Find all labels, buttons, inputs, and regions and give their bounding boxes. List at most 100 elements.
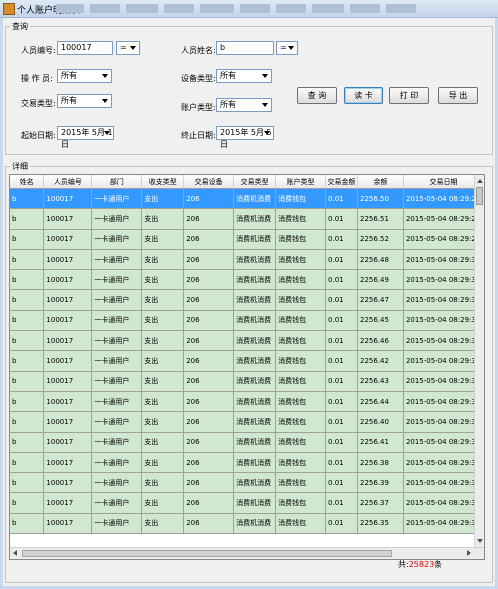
record-count-value: 25823 — [408, 560, 435, 569]
table-cell: 消费钱包 — [275, 310, 327, 332]
table-cell: 100017 — [43, 310, 93, 332]
account-type-select[interactable]: 所有 — [216, 98, 272, 112]
read-card-button[interactable]: 读 卡 — [344, 87, 383, 104]
table-cell: 206 — [183, 269, 235, 291]
table-cell: 支出 — [141, 249, 185, 271]
table-row[interactable]: b 100017 一卡通用户 支出 206 消费机消费 消费钱包 0.01 2256.52 201… — [10, 229, 484, 250]
table-row[interactable]: b 100017 一卡通用户 支出 206 消费机消费 消费钱包 0.01 2256.50 201… — [10, 188, 484, 210]
table-cell: 一卡通用户 — [91, 492, 143, 514]
table-cell: 一卡通用户 — [91, 269, 143, 291]
table-cell: 206 — [183, 513, 235, 535]
table-cell: 2015-05-04 08:29:31 — [403, 330, 484, 352]
table-cell: b — [10, 208, 45, 230]
table-cell: 消费钱包 — [275, 472, 327, 494]
table-row[interactable]: b 100017 一卡通用户 支出 206 消费机消费 消费钱包 0.01 2256.39 201… — [10, 472, 484, 494]
person-id-label: 人员编号: — [21, 46, 56, 55]
table-row[interactable]: b 100017 一卡通用户 支出 206 消费机消费 消费钱包 0.01 2256.37 201… — [10, 492, 484, 514]
table-cell: 2015-05-04 08:29:30 — [403, 269, 484, 291]
table-cell: 支出 — [141, 513, 185, 535]
table-cell: 0.01 — [325, 229, 358, 250]
person-name-operator-select[interactable]: = — [276, 41, 298, 55]
table-cell: 消费机消费 — [233, 269, 277, 291]
table-cell: 2015-05-04 08:29:32 — [403, 350, 484, 372]
table-cell: 100017 — [43, 289, 93, 311]
export-button[interactable]: 导 出 — [438, 87, 478, 104]
scroll-right-icon[interactable] — [467, 550, 471, 556]
horizontal-scrollbar[interactable] — [10, 547, 484, 559]
table-cell: 2015-05-04 08:29:29 — [403, 229, 484, 250]
table-cell: 206 — [183, 432, 235, 453]
table-row[interactable]: b 100017 一卡通用户 支出 206 消费机消费 消费钱包 0.01 2256.42 201… — [10, 350, 484, 372]
column-header[interactable]: 账户类型 — [275, 175, 327, 189]
person-id-operator-select[interactable]: = — [116, 41, 140, 55]
column-header[interactable]: 部门 — [91, 175, 143, 189]
table-cell: 2015-05-04 08:29:34 — [403, 492, 484, 514]
person-id-input[interactable]: 100017 — [57, 41, 113, 55]
column-header[interactable]: 人员编号 — [43, 175, 93, 189]
table-cell: 消费钱包 — [275, 492, 327, 514]
detail-grid[interactable]: 姓名 人员编号 部门 收支类型 交易设备 交易类型 账户类型 交易金额 余额 交易日期 b 1000… — [9, 174, 485, 560]
table-cell: 206 — [183, 371, 235, 392]
table-cell: 206 — [183, 208, 235, 230]
title-bar: 个人账户明细表 — [0, 0, 498, 18]
table-row[interactable]: b 100017 一卡通用户 支出 206 消费机消费 消费钱包 0.01 2256.41 201… — [10, 432, 484, 453]
table-row[interactable]: b 100017 一卡通用户 支出 206 消费机消费 消费钱包 0.01 2256.46 201… — [10, 330, 484, 352]
device-type-select[interactable]: 所有 — [216, 69, 272, 83]
operator-select[interactable]: 所有 — [57, 69, 112, 83]
chevron-down-icon — [130, 46, 136, 50]
column-header[interactable]: 交易日期 — [403, 175, 484, 189]
scroll-left-icon[interactable] — [13, 550, 17, 556]
scroll-down-icon[interactable] — [477, 539, 483, 543]
table-row[interactable]: b 100017 一卡通用户 支出 206 消费机消费 消费钱包 0.01 2256.35 201… — [10, 513, 484, 535]
table-cell: 206 — [183, 310, 235, 332]
table-cell: 0.01 — [325, 371, 358, 392]
table-cell: 206 — [183, 289, 235, 311]
table-cell: b — [10, 452, 45, 474]
table-row[interactable]: b 100017 一卡通用户 支出 206 消费机消费 消费钱包 0.01 2256.48 201… — [10, 249, 484, 271]
account-type-value: 所有 — [220, 100, 236, 109]
table-cell: 100017 — [43, 391, 93, 413]
table-row[interactable]: b 100017 一卡通用户 支出 206 消费机消费 消费钱包 0.01 2256.38 201… — [10, 452, 484, 474]
vertical-scroll-thumb[interactable] — [476, 187, 483, 205]
client-area: 查询 人员编号: 100017 = 人员姓名: b = 操 作 员: 所有 设备… — [3, 18, 495, 586]
column-header[interactable]: 余额 — [357, 175, 404, 189]
table-cell: 100017 — [43, 371, 93, 392]
scroll-up-icon[interactable] — [477, 179, 483, 183]
table-row[interactable]: b 100017 一卡通用户 支出 206 消费机消费 消费钱包 0.01 2256.49 201… — [10, 269, 484, 291]
table-row[interactable]: b 100017 一卡通用户 支出 206 消费机消费 消费钱包 0.01 2256.45 201… — [10, 310, 484, 332]
table-cell: 消费机消费 — [233, 289, 277, 311]
table-cell: 一卡通用户 — [91, 249, 143, 271]
end-date-picker[interactable]: 2015年 5月 5日 — [216, 126, 274, 149]
chevron-down-icon — [102, 99, 108, 103]
table-cell: 一卡通用户 — [91, 350, 143, 372]
print-button[interactable]: 打 印 — [389, 87, 429, 104]
query-button[interactable]: 查 询 — [297, 87, 337, 104]
vertical-scrollbar[interactable] — [474, 175, 484, 547]
table-row[interactable]: b 100017 一卡通用户 支出 206 消费机消费 消费钱包 0.01 2256.44 201… — [10, 391, 484, 413]
person-name-input[interactable]: b — [216, 41, 274, 55]
table-cell: b — [10, 371, 45, 392]
column-header[interactable]: 收支类型 — [141, 175, 185, 189]
column-header[interactable]: 姓名 — [10, 175, 45, 189]
table-row[interactable]: b 100017 一卡通用户 支出 206 消费机消费 消费钱包 0.01 2256.40 201… — [10, 411, 484, 433]
table-cell: 一卡通用户 — [91, 371, 143, 392]
chevron-down-icon — [264, 131, 270, 135]
person-name-label: 人员姓名: — [181, 46, 216, 55]
table-cell: b — [10, 289, 45, 311]
column-header[interactable]: 交易设备 — [183, 175, 235, 189]
table-cell: b — [10, 188, 45, 210]
horizontal-scroll-thumb[interactable] — [22, 550, 392, 557]
table-row[interactable]: b 100017 一卡通用户 支出 206 消费机消费 消费钱包 0.01 2256.43 201… — [10, 371, 484, 392]
table-cell: 消费钱包 — [275, 513, 327, 535]
start-date-picker[interactable]: 2015年 5月 1日 — [57, 126, 114, 149]
table-cell: 100017 — [43, 472, 93, 494]
column-header[interactable]: 交易类型 — [233, 175, 277, 189]
trade-type-select[interactable]: 所有 — [57, 94, 112, 108]
table-row[interactable]: b 100017 一卡通用户 支出 206 消费机消费 消费钱包 0.01 2256.51 201… — [10, 208, 484, 230]
table-row[interactable]: b 100017 一卡通用户 支出 206 消费机消费 消费钱包 0.01 2256.47 201… — [10, 289, 484, 311]
table-cell: 100017 — [43, 350, 93, 372]
table-cell: 一卡通用户 — [91, 432, 143, 453]
table-cell: 0.01 — [325, 310, 358, 332]
column-header[interactable]: 交易金额 — [325, 175, 358, 189]
table-cell: 消费机消费 — [233, 208, 277, 230]
